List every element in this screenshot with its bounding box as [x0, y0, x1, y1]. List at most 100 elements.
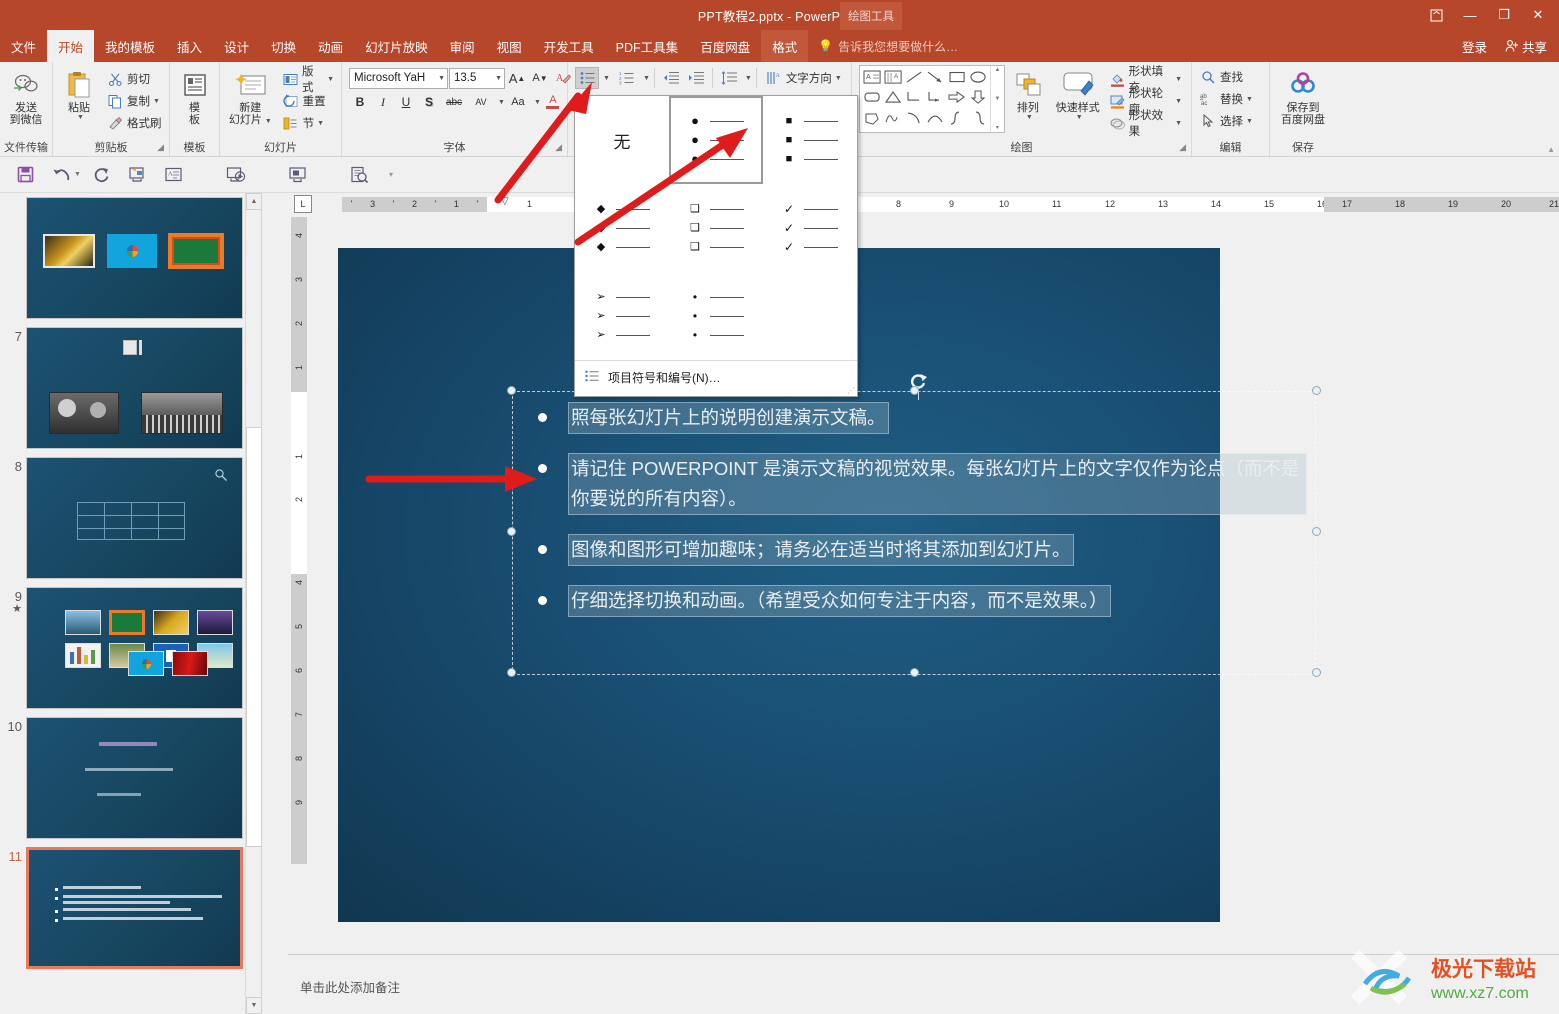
tab-review[interactable]: 审阅 [439, 30, 486, 62]
undo-caret-icon[interactable]: ▼ [74, 171, 81, 178]
reset-button[interactable]: 重置 [278, 90, 338, 112]
bullet-list-item[interactable]: 图像和图形可增加趣味；请务必在适当时将其添加到幻灯片。 [538, 534, 1306, 566]
character-spacing-caret-icon[interactable]: ▼ [498, 99, 505, 106]
section-caret-icon[interactable]: ▼ [317, 120, 324, 127]
thumbnail-item[interactable]: 7 [0, 327, 261, 449]
bullet-option-filled-square[interactable]: ■ ■ ■ [763, 96, 857, 184]
tab-stop-selector[interactable]: L [294, 195, 312, 213]
first-line-indent-marker[interactable]: ▽ [501, 196, 509, 207]
thumbnail-slide-11[interactable] [26, 847, 243, 969]
bullets-dropdown-menu[interactable]: 无 ● ● ● ■ ■ ■ ◆ ◆ ◆ ❑ ❑ ❑ ✓ ✓ ✓ ➢ ➢ ➢ • … [574, 95, 858, 397]
layout-button[interactable]: 版式 ▼ [278, 66, 338, 94]
change-case-caret-icon[interactable]: ▼ [534, 99, 541, 106]
thumbnail-item[interactable]: 10 [0, 717, 261, 839]
new-slide-qat-icon[interactable]: A [157, 161, 191, 189]
resize-handle-e[interactable] [1312, 527, 1321, 536]
shape-outline-caret-icon[interactable]: ▼ [1175, 98, 1182, 105]
tab-baidu-netdisk[interactable]: 百度网盘 [689, 30, 761, 62]
resize-handle-se[interactable] [1312, 668, 1321, 677]
menu-resize-grip[interactable]: ⋰ [847, 386, 855, 395]
replace-caret-icon[interactable]: ▼ [1246, 96, 1253, 103]
copy-caret-icon[interactable]: ▼ [153, 98, 160, 105]
vertical-ruler[interactable]: 4 3 2 1 1 2 4 5 6 7 8 9 [291, 217, 307, 948]
bullet-option-filled-round[interactable]: ● ● ● [669, 96, 763, 184]
quick-styles-button[interactable]: 快速样式 ▼ [1051, 65, 1105, 121]
shapes-gallery[interactable]: A A ▲ ▼ ▾ [859, 65, 1005, 133]
share-button[interactable]: 共享 [1497, 33, 1555, 59]
horizontal-ruler[interactable]: L '3' 2' 1' ▽ 1 2 3 4 5 6 7 8 9 10 11 12… [290, 193, 1559, 215]
select-button[interactable]: 选择 ▼ [1195, 110, 1257, 132]
tab-design[interactable]: 设计 [213, 30, 260, 62]
bullet-text[interactable]: 图像和图形可增加趣味；请务必在适当时将其添加到幻灯片。 [568, 534, 1074, 566]
tab-animations[interactable]: 动画 [307, 30, 354, 62]
bullet-option-hollow-square[interactable]: ❑ ❑ ❑ [669, 184, 763, 272]
paste-caret-icon[interactable]: ▼ [77, 114, 84, 121]
underline-button[interactable]: U [395, 91, 417, 113]
change-case-button[interactable]: Aa [506, 91, 530, 113]
numbering-caret-icon[interactable]: ▼ [643, 75, 650, 82]
bullet-list[interactable]: 照每张幻灯片上的说明创建演示文稿。 请记住 POWERPOINT 是演示文稿的视… [538, 402, 1307, 637]
arrange-button[interactable]: 排列 ▼ [1005, 65, 1051, 121]
decrease-font-size-button[interactable]: A ▼ [529, 67, 551, 89]
shapes-scroll-up-icon[interactable]: ▲ [991, 67, 1004, 73]
text-direction-button[interactable]: A 文字方向 ▼ [761, 67, 846, 89]
font-dialog-launcher[interactable]: ◢ [555, 139, 562, 155]
save-icon[interactable] [8, 161, 42, 189]
numbering-button[interactable]: 123 [615, 67, 639, 89]
font-size-caret-icon[interactable]: ▼ [495, 75, 502, 82]
bullet-option-filled-diamond[interactable]: ◆ ◆ ◆ [575, 184, 669, 272]
shapes-more-icon[interactable]: ▾ [991, 124, 1004, 131]
shape-effects-button[interactable]: 形状效果 ▼ [1105, 110, 1186, 138]
thumbnail-slide-10[interactable] [26, 717, 243, 839]
resize-handle-ne[interactable] [1312, 386, 1321, 395]
print-preview-icon[interactable] [343, 161, 377, 189]
line-spacing-caret-icon[interactable]: ▼ [745, 75, 752, 82]
tab-file[interactable]: 文件 [0, 30, 47, 62]
find-button[interactable]: 查找 [1195, 66, 1247, 88]
resize-handle-nw[interactable] [507, 386, 516, 395]
font-family-caret-icon[interactable]: ▼ [438, 75, 445, 82]
format-painter-button[interactable]: 格式刷 [102, 112, 166, 134]
copy-button[interactable]: 复制 ▼ [102, 90, 166, 112]
replace-button[interactable]: ab ac 替换 ▼ [1195, 88, 1257, 110]
bullet-text[interactable]: 请记住 POWERPOINT 是演示文稿的视觉效果。每张幻灯片上的文字仅作为论点… [568, 453, 1307, 515]
thumbnail-item[interactable]: 8 [0, 457, 261, 579]
italic-button[interactable]: I [372, 91, 394, 113]
tab-home[interactable]: 开始 [47, 30, 95, 62]
decrease-indent-button[interactable] [659, 67, 683, 89]
new-slide-caret-icon[interactable]: ▼ [265, 118, 272, 125]
template-button[interactable]: 模板 [173, 65, 216, 126]
shape-fill-caret-icon[interactable]: ▼ [1175, 76, 1182, 83]
shapes-scroll-down-icon[interactable]: ▼ [991, 96, 1004, 102]
qat-customize-icon[interactable]: ▾ [389, 170, 393, 179]
arrange-caret-icon[interactable]: ▼ [1026, 114, 1033, 121]
redo-icon[interactable] [85, 161, 119, 189]
thumbnail-slide-9[interactable] [26, 587, 243, 709]
resize-handle-sw[interactable] [507, 668, 516, 677]
undo-icon[interactable] [44, 161, 78, 189]
text-shadow-button[interactable]: S [418, 91, 440, 113]
drawing-dialog-launcher[interactable]: ◢ [1179, 139, 1186, 155]
resize-handle-w[interactable] [507, 527, 516, 536]
content-placeholder[interactable]: 照每张幻灯片上的说明创建演示文稿。 请记住 POWERPOINT 是演示文稿的视… [507, 386, 1321, 677]
thumbnail-slide-7[interactable] [26, 327, 243, 449]
sign-in-link[interactable]: 登录 [1454, 33, 1495, 59]
shapes-gallery-scroll[interactable]: ▲ ▼ ▾ [989, 66, 1004, 132]
quick-styles-caret-icon[interactable]: ▼ [1076, 114, 1083, 121]
new-slide-button[interactable]: 新建 幻灯片 ▼ [223, 65, 278, 128]
resize-handle-s[interactable] [910, 668, 919, 677]
tab-insert[interactable]: 插入 [166, 30, 213, 62]
presenter-view-icon[interactable] [281, 161, 315, 189]
scrollbar-thumb[interactable] [246, 427, 261, 847]
font-size-combo[interactable]: 13.5 ▼ [449, 67, 505, 89]
ribbon-display-options-icon[interactable] [1419, 0, 1453, 30]
bullet-option-small-dot[interactable]: • • • [669, 272, 763, 360]
bullet-option-none[interactable]: 无 [575, 96, 669, 184]
tab-view[interactable]: 视图 [486, 30, 533, 62]
shape-effects-caret-icon[interactable]: ▼ [1175, 120, 1182, 127]
bold-button[interactable]: B [349, 91, 371, 113]
bullet-list-item[interactable]: 照每张幻灯片上的说明创建演示文稿。 [538, 402, 1306, 434]
select-caret-icon[interactable]: ▼ [1246, 118, 1253, 125]
thumbnail-slide-8[interactable] [26, 457, 243, 579]
text-direction-caret-icon[interactable]: ▼ [835, 75, 842, 82]
